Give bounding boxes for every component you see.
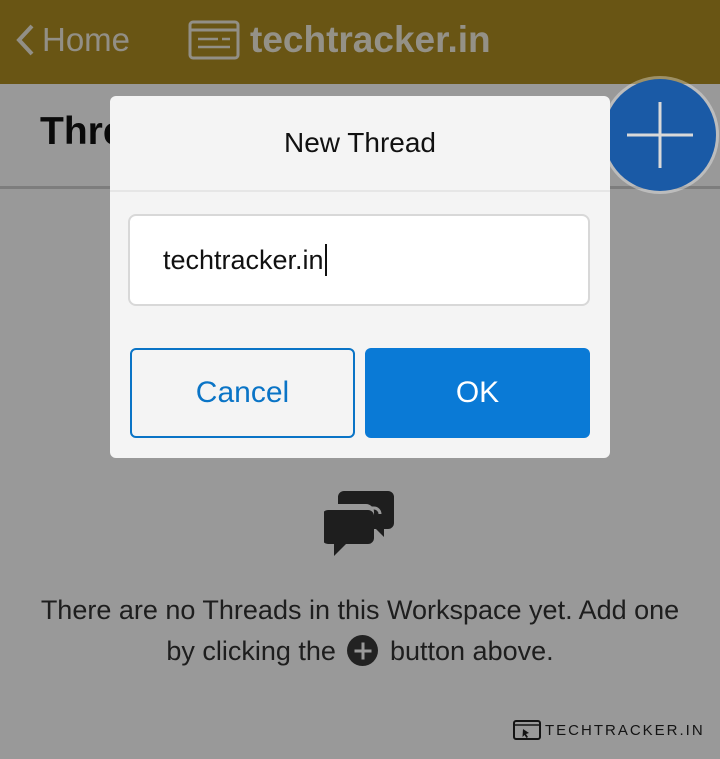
dialog-title: New Thread [283,127,436,158]
add-thread-button[interactable] [604,79,716,191]
thread-name-value: techtracker.in [163,244,324,275]
text-cursor [324,244,327,276]
new-thread-dialog: New Thread techtracker.in Cancel OK [110,96,610,458]
ok-button[interactable]: OK [365,348,590,438]
cancel-button[interactable]: Cancel [130,348,355,438]
dialog-header: New Thread [110,96,610,192]
thread-name-input[interactable]: techtracker.in [128,214,590,306]
